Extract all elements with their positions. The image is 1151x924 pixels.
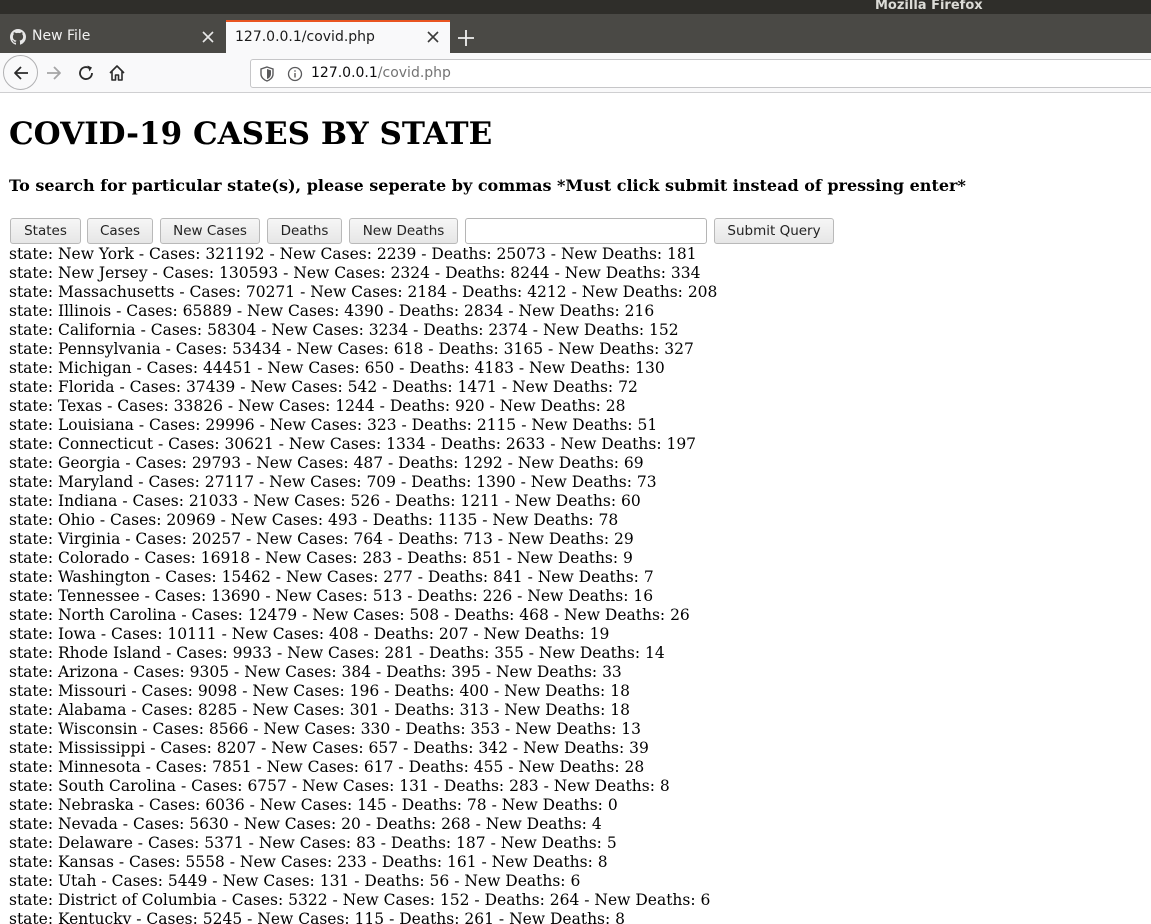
list-item: state: North Carolina - Cases: 12479 - N… <box>9 606 690 624</box>
back-arrow-icon <box>14 66 28 80</box>
new-deaths-button[interactable]: New Deaths <box>349 218 458 244</box>
list-item: state: Arizona - Cases: 9305 - New Cases… <box>9 663 622 681</box>
list-item: state: Colorado - Cases: 16918 - New Cas… <box>9 549 633 567</box>
state-search-input[interactable] <box>465 218 707 244</box>
list-item: state: Delaware - Cases: 5371 - New Case… <box>9 834 617 852</box>
new-cases-button[interactable]: New Cases <box>160 218 260 244</box>
tab-label: 127.0.0.1/covid.php <box>235 29 375 45</box>
new-tab-plus-icon[interactable] <box>456 28 476 48</box>
list-item: state: Virginia - Cases: 20257 - New Cas… <box>9 530 634 548</box>
url-host: 127.0.0.1 <box>311 65 378 81</box>
list-item: state: Connecticut - Cases: 30621 - New … <box>9 435 697 453</box>
list-item: state: Washington - Cases: 15462 - New C… <box>9 568 654 586</box>
submit-query-button[interactable]: Submit Query <box>714 218 834 244</box>
state-results-list: state: New York - Cases: 321192 - New Ca… <box>9 245 717 924</box>
list-item: state: South Carolina - Cases: 6757 - Ne… <box>9 777 670 795</box>
states-button[interactable]: States <box>10 218 81 244</box>
tab-label: New File <box>32 28 91 44</box>
list-item: state: Kansas - Cases: 5558 - New Cases:… <box>9 853 608 871</box>
list-item: state: Michigan - Cases: 44451 - New Cas… <box>9 359 665 377</box>
list-item: state: Alabama - Cases: 8285 - New Cases… <box>9 701 631 719</box>
window-title: Mozilla Firefox <box>875 0 983 13</box>
list-item: state: Tennessee - Cases: 13690 - New Ca… <box>9 587 654 605</box>
url-bar[interactable]: 127.0.0.1/covid.php <box>250 59 1151 88</box>
list-item: state: Louisiana - Cases: 29996 - New Ca… <box>9 416 658 434</box>
list-item: state: Florida - Cases: 37439 - New Case… <box>9 378 638 396</box>
list-item: state: Minnesota - Cases: 7851 - New Cas… <box>9 758 645 776</box>
list-item: state: Ohio - Cases: 20969 - New Cases: … <box>9 511 619 529</box>
page-content: COVID-19 CASES BY STATE To search for pa… <box>0 94 1151 924</box>
search-instructions: To search for particular state(s), pleas… <box>9 176 966 195</box>
window-titlebar: Mozilla Firefox <box>0 0 1151 14</box>
navigation-toolbar: 127.0.0.1/covid.php <box>0 53 1151 93</box>
list-item: state: Kentucky - Cases: 5245 - New Case… <box>9 910 626 924</box>
list-item: state: Georgia - Cases: 29793 - New Case… <box>9 454 644 472</box>
list-item: state: Illinois - Cases: 65889 - New Cas… <box>9 302 655 320</box>
list-item: state: Mississippi - Cases: 8207 - New C… <box>9 739 649 757</box>
list-item: state: Indiana - Cases: 21033 - New Case… <box>9 492 641 510</box>
list-item: state: Missouri - Cases: 9098 - New Case… <box>9 682 630 700</box>
url-text: 127.0.0.1/covid.php <box>311 60 451 87</box>
deaths-button[interactable]: Deaths <box>267 218 342 244</box>
cases-button[interactable]: Cases <box>87 218 153 244</box>
tab-new-file[interactable]: New File <box>0 20 226 53</box>
list-item: state: Pennsylvania - Cases: 53434 - New… <box>9 340 694 358</box>
close-icon[interactable] <box>427 31 439 43</box>
list-item: state: Nebraska - Cases: 6036 - New Case… <box>9 796 618 814</box>
list-item: state: District of Columbia - Cases: 532… <box>9 891 711 909</box>
info-icon[interactable] <box>287 66 303 82</box>
forward-arrow-icon[interactable] <box>44 63 64 83</box>
list-item: state: Texas - Cases: 33826 - New Cases:… <box>9 397 626 415</box>
list-item: state: New York - Cases: 321192 - New Ca… <box>9 245 697 263</box>
list-item: state: Iowa - Cases: 10111 - New Cases: … <box>9 625 610 643</box>
url-path: /covid.php <box>377 65 451 81</box>
page-title: COVID-19 CASES BY STATE <box>9 116 493 152</box>
shield-icon[interactable] <box>259 66 275 82</box>
list-item: state: Utah - Cases: 5449 - New Cases: 1… <box>9 872 581 890</box>
home-icon[interactable] <box>107 63 127 83</box>
list-item: state: Massachusetts - Cases: 70271 - Ne… <box>9 283 718 301</box>
close-icon[interactable] <box>202 31 214 43</box>
tab-covid[interactable]: 127.0.0.1/covid.php <box>226 20 450 53</box>
list-item: state: California - Cases: 58304 - New C… <box>9 321 679 339</box>
list-item: state: Rhode Island - Cases: 9933 - New … <box>9 644 665 662</box>
back-button[interactable] <box>3 55 38 90</box>
list-item: state: New Jersey - Cases: 130593 - New … <box>9 264 701 282</box>
list-item: state: Maryland - Cases: 27117 - New Cas… <box>9 473 657 491</box>
list-item: state: Wisconsin - Cases: 8566 - New Cas… <box>9 720 641 738</box>
list-item: state: Nevada - Cases: 5630 - New Cases:… <box>9 815 602 833</box>
tab-strip: New File 127.0.0.1/covid.php <box>0 14 1151 53</box>
reload-icon[interactable] <box>76 63 96 83</box>
github-icon <box>10 29 26 45</box>
